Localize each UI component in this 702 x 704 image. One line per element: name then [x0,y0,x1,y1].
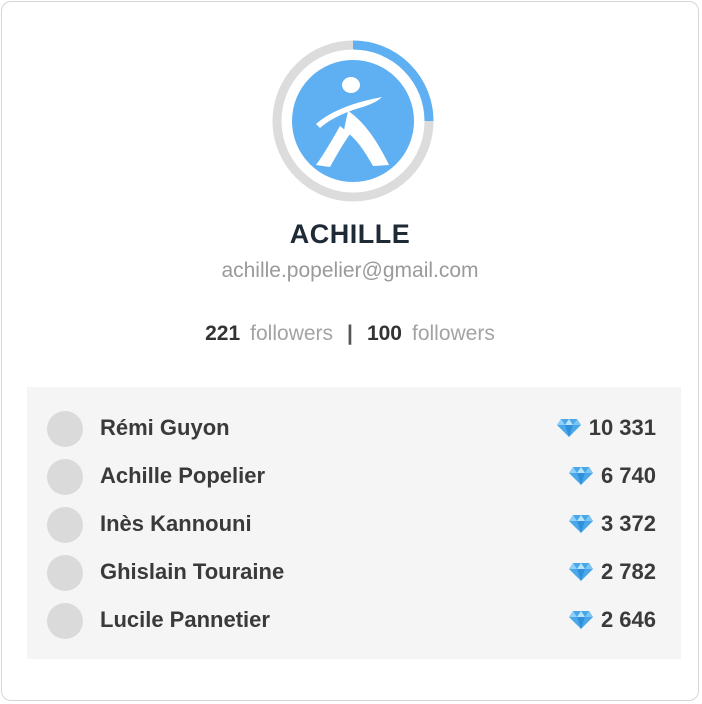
user-avatar [47,411,83,447]
user-name: Achille Popelier [100,463,266,488]
score-value: 3 372 [600,511,656,536]
user-score: 10 331 [556,415,656,441]
diamond-icon [568,563,593,581]
profile-email: achille.popelier@gmail.com [221,259,479,282]
user-name: Inès Kannouni [100,511,252,536]
leaderboard-row[interactable]: Achille Popelier 6 740 [27,453,681,501]
score-value: 6 740 [600,463,656,488]
user-score: 6 740 [568,463,656,489]
avatar [272,40,434,202]
leaderboard: Rémi Guyon 10 331 Achille Popelier 6 740… [27,387,681,659]
profile-card: ACHILLE achille.popelier@gmail.com 221 fo… [1,1,699,701]
followers-label: followers [250,322,334,345]
user-avatar [47,603,83,639]
user-score: 2 646 [568,607,656,633]
stats-separator: | [347,322,353,345]
leaderboard-row[interactable]: Lucile Pannetier 2 646 [27,597,681,645]
user-name: Lucile Pannetier [100,607,270,632]
score-value: 2 646 [600,607,656,632]
score-value: 2 782 [600,559,656,584]
following-label: followers [411,322,495,345]
following-count: 100 [366,322,402,345]
user-avatar [47,507,83,543]
diamond-icon [568,611,593,629]
score-value: 10 331 [588,415,656,440]
user-avatar [47,555,83,591]
user-name: Rémi Guyon [100,415,230,440]
leaderboard-row[interactable]: Ghislain Touraine 2 782 [27,549,681,597]
followers-count: 221 [205,322,241,345]
diamond-icon [556,419,581,437]
progress-ring [272,40,434,202]
leaderboard-row[interactable]: Inès Kannouni 3 372 [27,501,681,549]
follower-stats: 221 followers | 100 followers [2,322,698,346]
leaderboard-row[interactable]: Rémi Guyon 10 331 [27,405,681,453]
profile-name: ACHILLE [289,219,411,249]
user-score: 2 782 [568,559,656,585]
diamond-icon [568,515,593,533]
user-avatar [47,459,83,495]
user-score: 3 372 [568,511,656,537]
diamond-icon [568,467,593,485]
user-name: Ghislain Touraine [100,559,285,584]
